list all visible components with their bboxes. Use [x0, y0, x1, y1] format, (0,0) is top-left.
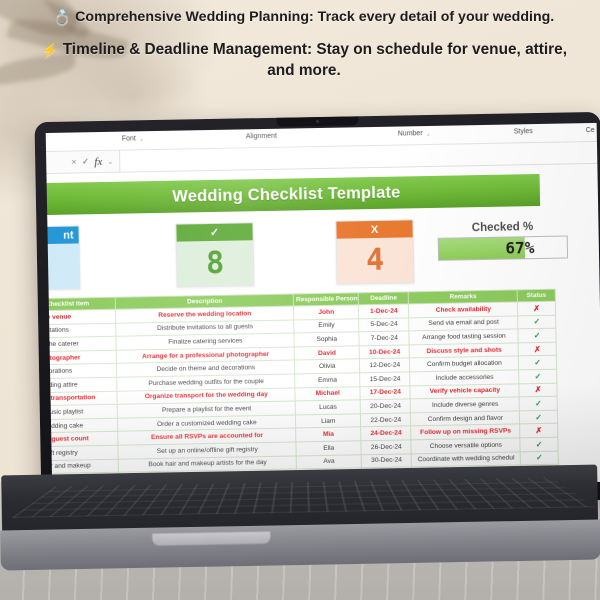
kpi-card-count-label: nt: [46, 226, 79, 245]
kpi-card-pending-value: 4: [336, 237, 414, 284]
ribbon-group-font[interactable]: Font ⌟: [122, 135, 143, 142]
checked-percent-gauge: Checked % 67%: [437, 220, 569, 261]
checklist-table-body: Book the venueReserve the wedding locati…: [46, 301, 560, 492]
column-header-deadline[interactable]: Deadline: [358, 291, 409, 305]
laptop-screen: Font ⌟ Alignment Number ⌟ Styles Ce ✕ ✓ …: [45, 122, 600, 492]
kpi-card-count-value: [46, 243, 80, 290]
webcam-notch: [276, 116, 359, 127]
status-check-icon[interactable]: ✓: [517, 314, 556, 330]
ribbon-group-alignment-label: Alignment: [245, 132, 277, 141]
kpi-card-pending[interactable]: X 4: [335, 219, 415, 285]
status-check-icon[interactable]: ✓: [520, 450, 559, 465]
status-cross-icon[interactable]: ✗: [519, 382, 558, 398]
cell-deadline[interactable]: 7-Dec-24: [359, 331, 410, 346]
cell-person[interactable]: Emily: [293, 318, 360, 334]
ribbon-group-number-label: Number: [397, 130, 423, 138]
checklist-table: Checklist Item Description Responsible P…: [46, 289, 560, 492]
confirm-icon[interactable]: ✓: [82, 156, 90, 167]
checklist-table-wrapper[interactable]: Checklist Item Description Responsible P…: [46, 289, 560, 492]
kpi-card-count[interactable]: nt: [46, 225, 81, 291]
cell-person[interactable]: Sophia: [294, 331, 360, 347]
laptop-lid: Font ⌟ Alignment Number ⌟ Styles Ce ✕ ✓ …: [34, 111, 600, 511]
cell-deadline[interactable]: 26-Dec-24: [361, 439, 412, 455]
status-check-icon[interactable]: ✓: [519, 409, 558, 425]
status-check-icon[interactable]: ✓: [518, 328, 557, 343]
cell-deadline[interactable]: 12-Dec-24: [359, 358, 411, 373]
ribbon-group-number[interactable]: Number ⌟: [397, 130, 430, 138]
insert-function-icon[interactable]: fx: [94, 155, 102, 167]
sheet-title-banner: Wedding Checklist Template: [46, 173, 541, 216]
ribbon-group-styles[interactable]: Styles: [514, 128, 533, 135]
cell-person[interactable]: Michael: [295, 386, 361, 402]
progress-bar-value: 67%: [505, 238, 535, 258]
kpi-card-completed[interactable]: ✓ 8: [175, 222, 255, 288]
cancel-icon[interactable]: ✕: [71, 158, 77, 166]
status-cross-icon[interactable]: ✗: [519, 423, 558, 438]
trackpad[interactable]: [152, 531, 271, 546]
checked-percent-label: Checked %: [471, 221, 534, 235]
kpi-summary-row: nt ✓ 8 X 4 Checked % 67%: [46, 210, 599, 296]
cell-deadline[interactable]: 5-Dec-24: [358, 317, 410, 332]
chevron-down-icon[interactable]: ⌄: [107, 157, 113, 165]
cell-person[interactable]: Lucas: [295, 399, 361, 415]
laptop-base: [0, 464, 600, 572]
status-check-icon[interactable]: ✓: [518, 355, 557, 370]
cell-person[interactable]: Emma: [294, 372, 361, 388]
cell-person[interactable]: Liam: [295, 413, 361, 429]
status-check-icon[interactable]: ✓: [519, 396, 558, 411]
cell-person[interactable]: Ella: [296, 440, 362, 456]
cell-deadline[interactable]: 30-Dec-24: [361, 453, 412, 468]
cell-deadline[interactable]: 22-Dec-24: [360, 412, 412, 428]
ribbon-group-alignment[interactable]: Alignment: [246, 133, 277, 141]
checkmark-icon: ✓: [176, 223, 253, 242]
cell-person[interactable]: David: [294, 345, 360, 361]
ribbon-group-font-label: Font: [121, 135, 136, 143]
cell-person[interactable]: Olivia: [294, 359, 360, 374]
ribbon-group-cells[interactable]: Ce: [586, 127, 595, 134]
formula-bar-controls: ✕ ✓ fx ⌄: [46, 150, 121, 174]
laptop-mockup: Font ⌟ Alignment Number ⌟ Styles Ce ✕ ✓ …: [0, 0, 600, 600]
cell-deadline[interactable]: 1-Dec-24: [358, 303, 410, 319]
ribbon-group-styles-label: Styles: [513, 128, 533, 136]
kpi-card-completed-value: 8: [176, 240, 254, 287]
cell-deadline[interactable]: 17-Dec-24: [360, 385, 411, 400]
font-dialog-launcher-icon[interactable]: ⌟: [140, 136, 143, 142]
cell-deadline[interactable]: 10-Dec-24: [359, 344, 410, 360]
cell-deadline[interactable]: 20-Dec-24: [360, 399, 411, 414]
cell-person[interactable]: John: [293, 304, 359, 320]
number-dialog-launcher-icon[interactable]: ⌟: [427, 131, 430, 137]
column-header-status[interactable]: Status: [517, 289, 556, 302]
status-check-icon[interactable]: ✓: [518, 369, 557, 384]
cell-person[interactable]: Ava: [296, 454, 362, 470]
cell-deadline[interactable]: 24-Dec-24: [360, 426, 412, 441]
cell-deadline[interactable]: 15-Dec-24: [359, 371, 411, 387]
ribbon-group-cells-label: Ce: [585, 126, 595, 135]
status-check-icon[interactable]: ✓: [520, 437, 559, 452]
spreadsheet-canvas[interactable]: Wedding Checklist Template nt ✓ 8 X 4 Ch…: [46, 163, 600, 492]
page-title: Wedding Checklist Template: [172, 183, 401, 206]
cross-icon: X: [336, 220, 413, 239]
status-cross-icon[interactable]: ✗: [518, 341, 557, 357]
cell-person[interactable]: Mia: [295, 427, 362, 442]
status-cross-icon[interactable]: ✗: [517, 301, 556, 316]
progress-bar: 67%: [437, 235, 569, 261]
keyboard-keys: [12, 477, 596, 518]
